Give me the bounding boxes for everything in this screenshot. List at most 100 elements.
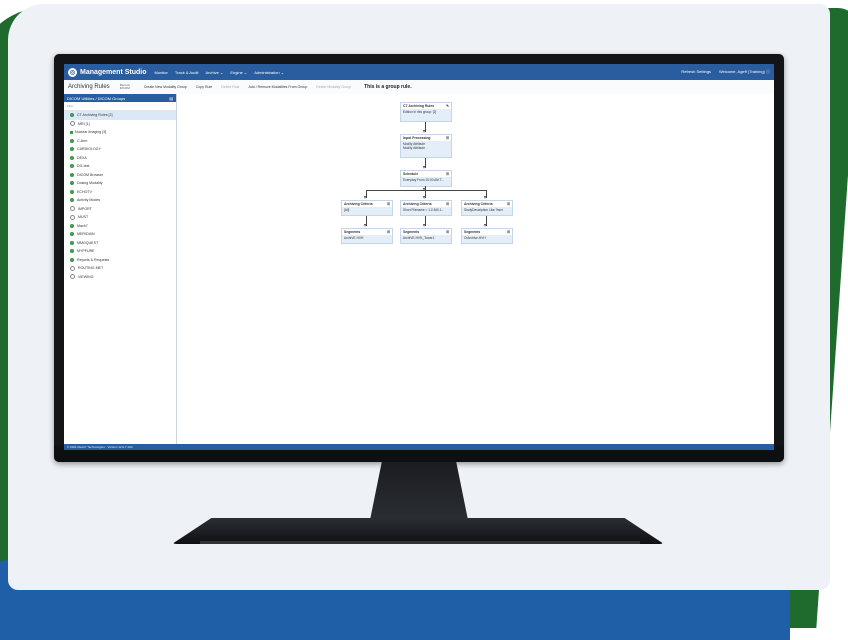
input-processing-node[interactable]: Input Processing ☰ Modify Attribute Modify… — [400, 134, 452, 158]
root-node[interactable]: CT Archiving Rules ✎ Edition in this grou… — [400, 102, 452, 122]
menu-icon[interactable]: ☰ — [446, 136, 449, 140]
flow-arrow — [365, 190, 367, 199]
sidebar-item[interactable]: VIEWING — [64, 273, 176, 282]
sidebar-item[interactable]: Dosing Modality — [64, 179, 176, 188]
flow-arrow — [424, 190, 426, 199]
sidebar-item[interactable]: Mach7 — [64, 222, 176, 231]
sidebar-item[interactable]: Activity Modes — [64, 196, 176, 205]
schedule-node[interactable]: Schedule ☰ Everyday From 10:00 AM T... — [400, 170, 452, 187]
user-welcome-menu[interactable]: Welcome, Ageff (Training) ⓘ — [719, 69, 770, 75]
sidebar-item[interactable]: IMPORT — [64, 205, 176, 214]
sidebar-item-label: ECHOTV — [77, 189, 92, 194]
archiving-criteria-node-2[interactable]: Archiving Criteria ☰ Short Filename = 1.2… — [400, 200, 452, 216]
nav-monitor[interactable]: Monitor — [155, 70, 168, 75]
edit-pencil-icon[interactable]: ✎ — [446, 104, 449, 108]
sidebar-item[interactable]: ROUTING MET — [64, 264, 176, 273]
status-dot-icon — [70, 164, 74, 169]
node-title: Archiving Criteria — [464, 202, 493, 206]
sidebar-item[interactable]: CARDIOLOGY — [64, 145, 176, 154]
status-dot-icon — [70, 257, 74, 262]
group-rule-title: This is a group rule. — [364, 84, 412, 90]
sidebar-item-label: ROUTING MET — [78, 266, 104, 271]
node-body: ArchiVE-HVH — [344, 236, 364, 240]
delete-rule-button[interactable]: Delete Rule — [221, 85, 239, 89]
node-body: StudyDescription Like %ser — [464, 208, 503, 212]
sidebar-item[interactable]: Nuclear Imaging [3] — [64, 128, 176, 137]
sidebar-item[interactable]: MMGQUEST — [64, 239, 176, 248]
refresh-settings-link[interactable]: Refresh Settings — [681, 69, 711, 75]
sidebar-item-label: Reports & Requests — [77, 257, 110, 262]
menu-icon[interactable]: ☰ — [507, 202, 510, 206]
sidebar: DICOM Utilities / DICOM Groups ▤ Filter … — [64, 94, 177, 444]
archiving-criteria-node-3[interactable]: Archiving Criteria ☰ StudyDescription Lik… — [461, 200, 513, 216]
status-dot-icon — [70, 223, 74, 228]
sidebar-item-label: MUST — [78, 215, 89, 220]
sidebar-item[interactable]: Reports & Requests — [64, 256, 176, 265]
status-dot-icon — [70, 274, 75, 280]
status-dot-icon — [70, 147, 74, 152]
sidebar-item-label: VIEWING — [78, 274, 94, 279]
sidebar-item[interactable]: DG-test — [64, 162, 176, 171]
page-title: Archiving Rules — [68, 84, 110, 90]
node-body: Everyday From 10:00 AM T... — [403, 178, 445, 182]
node-title: Input Processing — [403, 136, 431, 140]
menu-icon[interactable]: ☰ — [387, 202, 390, 206]
app-screen: ◎ Management Studio Monitor Track & Audi… — [64, 64, 774, 450]
node-title: CT Archiving Rules — [403, 104, 435, 108]
status-dot-icon — [70, 155, 74, 160]
segments-node-2[interactable]: Segments ☰ ArchiVE-HVH_Tower1 — [400, 228, 452, 244]
delete-modality-group-button[interactable]: Delete Modality Group — [316, 85, 351, 89]
sidebar-item-label: MYPFURE — [77, 249, 95, 254]
record-select-value: DICOM — [119, 86, 130, 90]
status-dot-icon — [70, 265, 75, 271]
status-dot-icon — [70, 232, 74, 237]
sidebar-item[interactable]: MYPFURE — [64, 247, 176, 256]
sidebar-item-label: DG-test — [77, 164, 90, 169]
sidebar-item[interactable]: CT Archiving Rules [2] — [64, 111, 176, 120]
sidebar-filter-input[interactable]: Filter — [64, 102, 176, 111]
segments-node-3[interactable]: Segments ☰ CtArchive-HVH — [461, 228, 513, 244]
nav-engine[interactable]: Engine ⌄ — [230, 70, 247, 75]
sidebar-item[interactable]: MRI [1] — [64, 120, 176, 129]
add-remove-modalities-button[interactable]: Add / Remove Modalities From Group — [249, 85, 308, 89]
sidebar-header: DICOM Utilities / DICOM Groups ▤ — [64, 94, 176, 102]
copy-rule-button[interactable]: Copy Rule — [196, 85, 212, 89]
nav-administration[interactable]: Administration ⌄ — [254, 70, 284, 75]
node-title: Archiving Criteria — [344, 202, 373, 206]
menu-icon[interactable]: ☰ — [507, 230, 510, 234]
node-body: [All] — [344, 208, 350, 212]
sidebar-item[interactable]: ECHOTV — [64, 188, 176, 197]
sidebar-item-label: Dosing Modality — [77, 181, 103, 186]
create-modality-group-button[interactable]: Create New Modality Group — [144, 85, 187, 89]
sidebar-item-label: CARDIOLOGY — [77, 147, 101, 152]
menu-icon[interactable]: ☰ — [446, 172, 449, 176]
sidebar-item-label: DEXA — [77, 155, 87, 160]
record-select[interactable]: Record DICOM — [120, 84, 130, 90]
sidebar-item[interactable]: MUST — [64, 213, 176, 222]
menu-icon[interactable]: ☰ — [446, 230, 449, 234]
nav-track-audit[interactable]: Track & Audit — [175, 70, 199, 75]
flow-arrow — [365, 216, 367, 227]
status-dot-icon — [70, 181, 74, 186]
main-content: DICOM Utilities / DICOM Groups ▤ Filter … — [64, 94, 774, 444]
archiving-criteria-node-1[interactable]: Archiving Criteria ☰ [All] — [341, 200, 393, 216]
segments-node-1[interactable]: Segments ☰ ArchiVE-HVH — [341, 228, 393, 244]
sidebar-tree: CT Archiving Rules [2] MRI [1] Nuclear Ima… — [64, 111, 176, 281]
node-title: Archiving Criteria — [403, 202, 432, 206]
node-title: Segments — [464, 230, 481, 234]
sidebar-item[interactable]: DICOM Browser — [64, 171, 176, 180]
flow-branch-line — [366, 190, 486, 191]
sidebar-item-label: Activity Modes — [77, 198, 101, 203]
menu-icon[interactable]: ☰ — [446, 202, 449, 206]
collapse-icon[interactable]: ▤ — [169, 96, 173, 101]
nav-archive[interactable]: Archive ⌄ — [206, 70, 224, 75]
status-dot-icon — [70, 138, 74, 143]
flow-arrow — [424, 122, 426, 133]
sidebar-item[interactable]: C-Arm — [64, 137, 176, 146]
sidebar-item-label: MMGQUEST — [77, 240, 99, 245]
menu-icon[interactable]: ☰ — [387, 230, 390, 234]
node-body: CtArchive-HVH — [464, 236, 486, 240]
sidebar-item[interactable]: DEXA — [64, 154, 176, 163]
status-dot-icon — [70, 189, 74, 194]
sidebar-item[interactable]: MERIDIAN — [64, 230, 176, 239]
